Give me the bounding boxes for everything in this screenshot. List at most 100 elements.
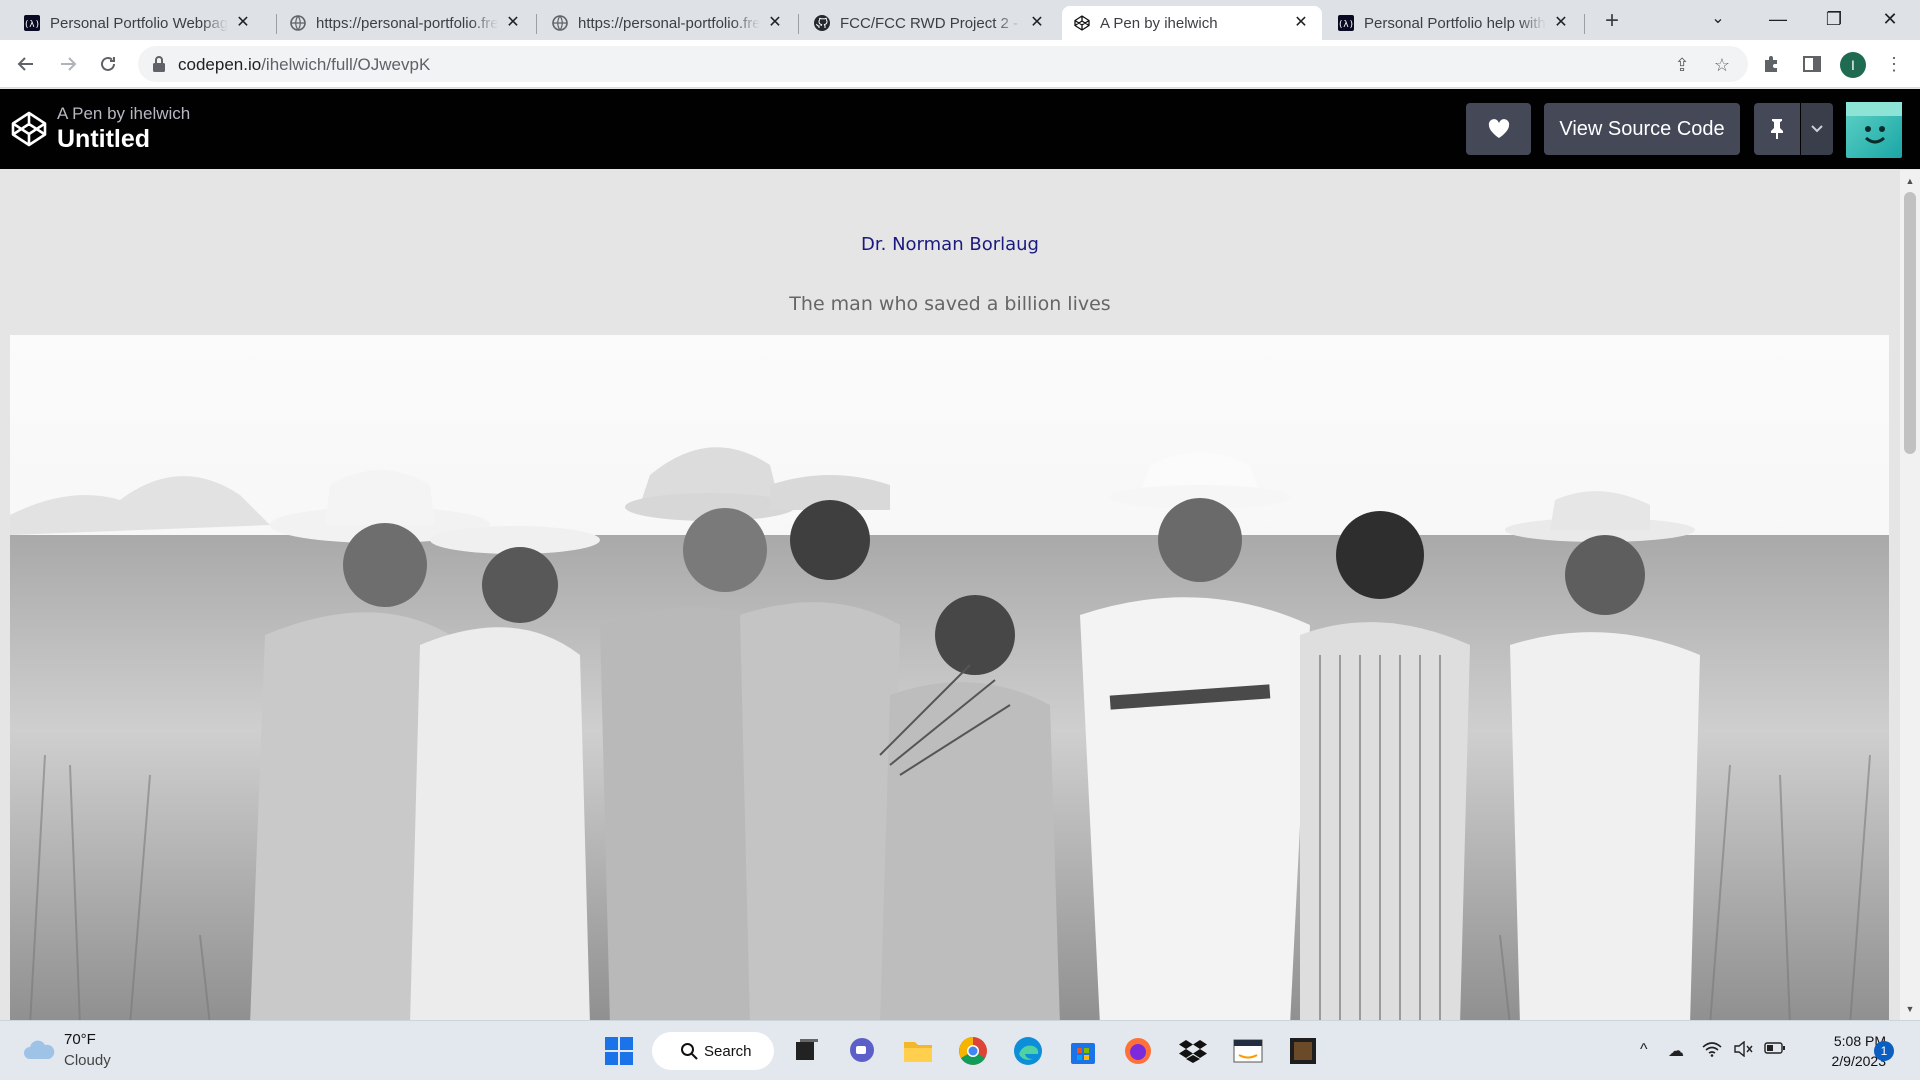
dropbox-button[interactable] xyxy=(1176,1034,1210,1068)
codepen-icon xyxy=(1074,15,1090,31)
system-clock[interactable]: 5:08 PM 2/9/2023 xyxy=(1796,1031,1887,1071)
windows-taskbar: 70°F Cloudy Search ^ ☁ 5:08 PM 2/9/2023 … xyxy=(0,1020,1920,1080)
weather-temperature[interactable]: 70°F xyxy=(64,1031,96,1048)
scroll-up-arrow-icon[interactable]: ▲ xyxy=(1900,172,1920,190)
notification-badge[interactable]: 1 xyxy=(1874,1041,1894,1061)
share-icon[interactable]: ⇪ xyxy=(1672,55,1692,75)
tab-divider xyxy=(276,14,277,34)
ms-store-button[interactable] xyxy=(1066,1034,1100,1068)
browser-toolbar: codepen.io/ihelwich/full/OJwevpK ⇪ ☆ I ⋮ xyxy=(0,40,1920,88)
profile-avatar[interactable]: I xyxy=(1840,52,1866,78)
wifi-glyph-icon xyxy=(1702,1042,1722,1057)
tab-title: https://personal-portfolio.freecodecamp xyxy=(316,14,498,32)
pin-icon xyxy=(1771,119,1783,139)
pin-button[interactable] xyxy=(1754,103,1800,155)
codepen-logo-icon[interactable] xyxy=(10,110,48,148)
restore-button[interactable]: ❐ xyxy=(1806,0,1862,40)
close-tab-icon[interactable]: ✕ xyxy=(1028,14,1046,32)
tab-portfolio-help[interactable]: (λ) Personal Portfolio help with ✕ xyxy=(1326,6,1582,40)
start-button[interactable] xyxy=(602,1034,636,1068)
side-panel-icon[interactable] xyxy=(1800,52,1824,76)
tab-github[interactable]: FCC/FCC RWD Project 2 - Build ✕ xyxy=(802,6,1058,40)
tab-strip: (λ) Personal Portfolio Webpage ✕ https:/… xyxy=(0,0,1920,40)
smiley-avatar-icon xyxy=(1846,102,1902,144)
tab-title: Personal Portfolio Webpage xyxy=(50,14,228,32)
address-bar[interactable]: codepen.io/ihelwich/full/OJwevpK ⇪ ☆ xyxy=(138,46,1748,82)
freecodecamp-icon: (λ) xyxy=(1338,15,1354,31)
tab-portfolio-1[interactable]: https://personal-portfolio.freecodecamp … xyxy=(278,6,534,40)
globe-icon xyxy=(290,15,306,31)
minimize-button[interactable]: — xyxy=(1750,0,1806,40)
user-avatar[interactable] xyxy=(1846,102,1902,158)
side-panel-glyph-icon xyxy=(1803,56,1821,72)
speaker-icon xyxy=(1734,1040,1753,1058)
tab-codepen-active[interactable]: A Pen by ihelwich ✕ xyxy=(1062,6,1322,40)
scroll-down-arrow-icon[interactable]: ▼ xyxy=(1900,1000,1920,1018)
page-scrollbar[interactable]: ▲ ▼ xyxy=(1900,170,1920,1020)
clock-time: 5:08 PM xyxy=(1833,1033,1886,1049)
edge-button[interactable] xyxy=(1011,1034,1045,1068)
tab-title: A Pen by ihelwich xyxy=(1100,14,1218,32)
chrome-taskbar-button[interactable] xyxy=(956,1034,990,1068)
bookmark-star-icon[interactable]: ☆ xyxy=(1712,55,1732,75)
url-path: /ihelwich/full/OJwevpK xyxy=(261,55,431,74)
globe-icon xyxy=(552,15,568,31)
search-label: Search xyxy=(704,1042,752,1060)
lock-icon[interactable] xyxy=(152,55,166,73)
close-tab-icon[interactable]: ✕ xyxy=(1292,14,1310,32)
reload-button[interactable] xyxy=(92,48,124,80)
weather-condition[interactable]: Cloudy xyxy=(64,1052,111,1069)
url-host: codepen.io xyxy=(178,55,262,74)
clock-date: 2/9/2023 xyxy=(1831,1053,1887,1069)
close-tab-icon[interactable]: ✕ xyxy=(1552,14,1570,32)
love-button[interactable] xyxy=(1466,103,1531,155)
close-tab-icon[interactable]: ✕ xyxy=(766,14,784,32)
forward-arrow-icon xyxy=(61,57,77,71)
windows-logo-icon xyxy=(605,1037,633,1065)
menu-kebab-icon[interactable]: ⋮ xyxy=(1882,52,1906,76)
back-arrow-icon xyxy=(17,57,33,71)
forward-button[interactable] xyxy=(52,48,84,80)
volume-muted-icon[interactable] xyxy=(1734,1040,1754,1062)
hero-tagline: The man who saved a billion lives xyxy=(789,293,1111,315)
close-tab-icon[interactable]: ✕ xyxy=(234,14,252,32)
close-tab-icon[interactable]: ✕ xyxy=(504,14,522,32)
battery-icon[interactable] xyxy=(1764,1041,1786,1060)
hero-name: Dr. Norman Borlaug xyxy=(861,234,1039,255)
tab-personal-portfolio[interactable]: (λ) Personal Portfolio Webpage ✕ xyxy=(12,6,264,40)
github-icon xyxy=(814,15,830,31)
new-tab-button[interactable]: + xyxy=(1598,8,1626,36)
view-source-button[interactable]: View Source Code xyxy=(1544,103,1740,155)
wifi-icon[interactable] xyxy=(1702,1041,1722,1062)
folder-icon xyxy=(904,1042,932,1062)
page-viewport: Dr. Norman Borlaug The man who saved a b… xyxy=(0,170,1900,1020)
tab-search-chevron-icon[interactable]: ⌄ xyxy=(1690,0,1746,40)
cloud-icon[interactable] xyxy=(22,1037,56,1061)
file-explorer-button[interactable] xyxy=(901,1034,935,1068)
firefox-icon xyxy=(1125,1038,1151,1064)
task-view-button[interactable] xyxy=(788,1034,822,1068)
close-window-button[interactable]: ✕ xyxy=(1862,0,1918,40)
amazon-button[interactable] xyxy=(1231,1034,1265,1068)
onedrive-cloud-icon[interactable]: ☁ xyxy=(1668,1041,1684,1061)
firefox-button[interactable] xyxy=(1121,1034,1155,1068)
tray-overflow-chevron-icon[interactable]: ^ xyxy=(1640,1041,1648,1059)
battery-glyph-icon xyxy=(1764,1042,1785,1054)
scrollbar-thumb[interactable] xyxy=(1904,192,1916,454)
app-button[interactable] xyxy=(1286,1034,1320,1068)
puzzle-icon xyxy=(1765,56,1777,72)
svg-text:(λ): (λ) xyxy=(24,20,40,30)
back-button[interactable] xyxy=(10,48,42,80)
tab-title: Personal Portfolio help with xyxy=(1364,14,1546,32)
search-icon xyxy=(681,1043,698,1060)
extensions-puzzle-icon[interactable] xyxy=(1760,52,1784,76)
pen-author-line[interactable]: A Pen by ihelwich xyxy=(57,104,190,124)
edge-icon xyxy=(1014,1037,1042,1065)
tab-title: FCC/FCC RWD Project 2 - Build xyxy=(840,14,1022,32)
tab-divider xyxy=(798,14,799,34)
teams-chat-button[interactable] xyxy=(845,1034,879,1068)
tab-portfolio-2[interactable]: https://personal-portfolio.freecodecamp … xyxy=(540,6,796,40)
taskbar-search[interactable]: Search xyxy=(652,1032,774,1070)
amazon-icon xyxy=(1233,1039,1263,1063)
pin-dropdown-button[interactable] xyxy=(1801,103,1833,155)
